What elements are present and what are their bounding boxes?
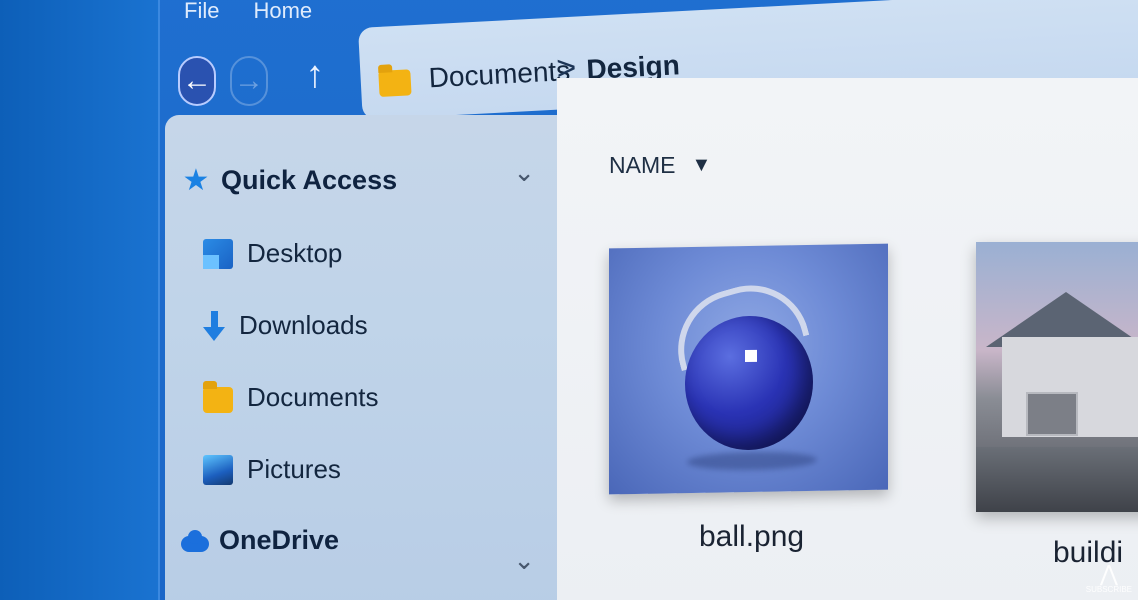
- breadcrumb-documents[interactable]: Documents: [428, 55, 571, 94]
- chevron-down-icon[interactable]: ⌄: [513, 545, 535, 576]
- cloud-icon: [179, 529, 209, 552]
- sort-header-label: NAME: [609, 152, 676, 178]
- thumbnail-art: [745, 349, 757, 363]
- channel-watermark: ⋀ SUBSCRIBE: [1085, 561, 1132, 595]
- file-name-ball[interactable]: ball.png: [699, 520, 804, 554]
- folder-icon: [203, 380, 233, 413]
- sidebar-item-label: Pictures: [247, 454, 341, 484]
- sidebar-item-label: Desktop: [247, 238, 343, 268]
- thumbnail-art: [687, 450, 817, 472]
- navigation-sidebar: ★ Quick Access ⌄ Desktop Downloads Docum…: [165, 115, 557, 600]
- download-icon: [203, 310, 225, 341]
- file-list-pane: NAME ▼ ball.png buildi: [557, 78, 1138, 600]
- chevron-down-icon[interactable]: ⌄: [513, 157, 535, 188]
- folder-icon: [378, 69, 412, 97]
- name-column-header[interactable]: NAME ▼: [609, 152, 711, 179]
- sort-descending-icon: ▼: [691, 154, 712, 176]
- logo-icon: ⋀: [1099, 561, 1118, 586]
- forward-button[interactable]: →: [230, 56, 268, 106]
- quick-access-label: Quick Access: [221, 165, 398, 195]
- sidebar-item-desktop[interactable]: Desktop: [203, 238, 342, 269]
- desktop-icon: [203, 238, 233, 269]
- sidebar-item-label: Documents: [247, 382, 379, 412]
- arrow-up-icon: ↑: [305, 53, 325, 96]
- sidebar-item-downloads[interactable]: Downloads: [203, 310, 368, 341]
- thumbnail-art: [976, 447, 1138, 512]
- sidebar-item-label: Downloads: [239, 310, 368, 340]
- menu-bar: File Home: [184, 0, 312, 24]
- thumbnail-art: [685, 314, 813, 452]
- thumbnail-art: [1026, 392, 1078, 436]
- file-thumbnail-ball[interactable]: [609, 243, 888, 495]
- onedrive-label: OneDrive: [219, 525, 340, 555]
- star-icon: ★: [182, 163, 210, 197]
- quick-access-header[interactable]: ★ Quick Access: [181, 163, 398, 197]
- watermark-text: SUBSCRIBE: [1085, 585, 1132, 594]
- arrow-right-icon: →: [234, 64, 264, 97]
- file-thumbnail-building[interactable]: [976, 242, 1138, 512]
- up-button[interactable]: ↑: [296, 52, 334, 98]
- pictures-icon: [203, 454, 233, 485]
- sidebar-item-pictures[interactable]: Pictures: [203, 454, 341, 485]
- menu-home[interactable]: Home: [253, 0, 312, 24]
- arrow-left-icon: ←: [182, 64, 212, 97]
- menu-file[interactable]: File: [184, 0, 219, 24]
- onedrive-header[interactable]: OneDrive: [179, 525, 339, 556]
- back-button[interactable]: ←: [178, 56, 216, 106]
- sidebar-item-documents[interactable]: Documents: [203, 380, 379, 413]
